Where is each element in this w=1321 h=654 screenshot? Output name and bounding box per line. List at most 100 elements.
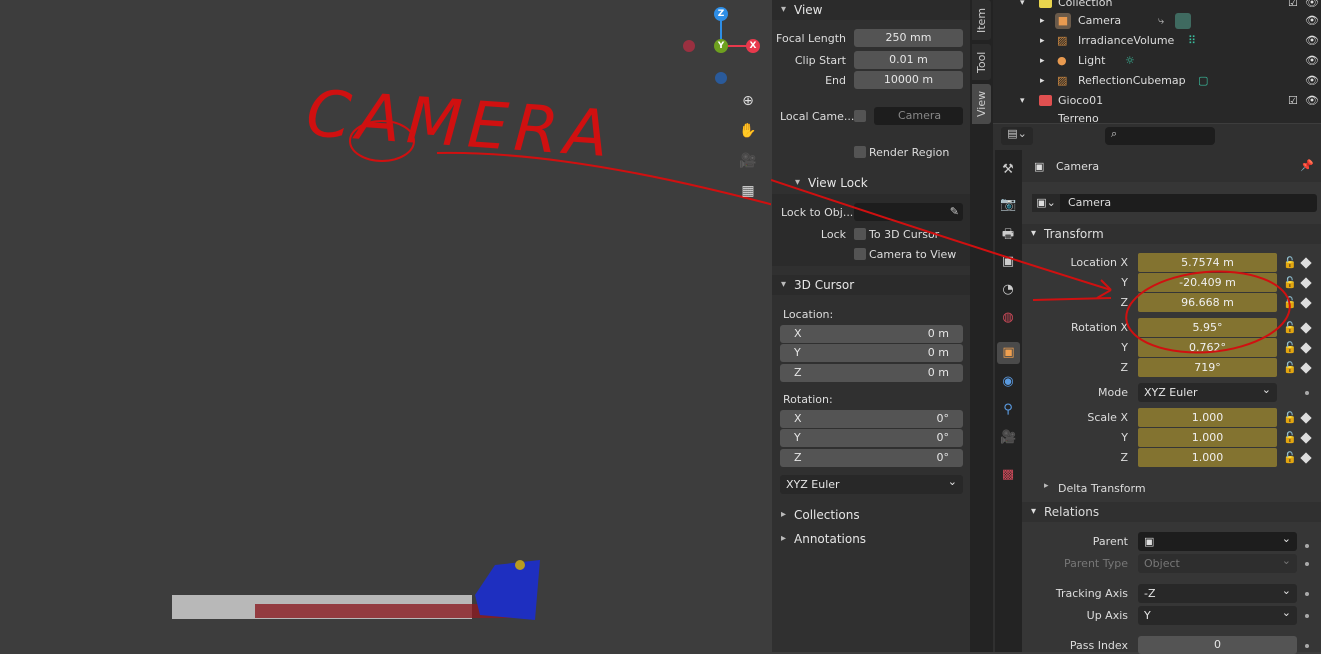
pin-icon[interactable]: 📌 <box>1300 159 1314 172</box>
to-3d-cursor-checkbox[interactable] <box>854 228 866 240</box>
tab-tool[interactable]: Tool <box>972 44 991 80</box>
tab-view[interactable]: View <box>972 84 991 124</box>
render-region-label: Render Region <box>869 146 950 159</box>
mode-label: Mode <box>1098 386 1128 399</box>
lock-icon[interactable]: 🔓 <box>1283 276 1297 289</box>
constraint-icon[interactable]: ⚲ <box>1000 402 1016 418</box>
clip-start-field[interactable]: 0.01 m <box>854 51 963 69</box>
location-x-field[interactable]: 5.7574 m <box>1138 253 1277 272</box>
lock-icon[interactable]: 🔓 <box>1283 341 1297 354</box>
parent-label: Parent <box>1092 535 1128 548</box>
cursor-location-x[interactable]: X0 m <box>780 325 963 343</box>
local-camera-checkbox[interactable] <box>854 110 866 122</box>
cursor-rotation-y[interactable]: Y 0° <box>780 429 963 447</box>
delta-transform-header[interactable]: Delta Transform <box>1058 482 1146 495</box>
texture-icon[interactable]: ▩ <box>1000 467 1016 483</box>
parent-type-dropdown[interactable]: Object <box>1138 551 1297 573</box>
camera-to-view-label: Camera to View <box>869 248 957 261</box>
rotation-x-field[interactable]: 5.95° <box>1138 318 1277 337</box>
collections-header[interactable]: Collections <box>772 505 970 525</box>
scale-z-field[interactable]: 1.000 <box>1138 448 1277 467</box>
tab-item[interactable]: Item <box>972 0 991 40</box>
gizmo-x-axis[interactable]: X <box>746 39 760 53</box>
tracking-axis-dropdown[interactable]: -Z <box>1138 581 1297 603</box>
outliner-row-gioco01[interactable]: ▾ Gioco01 ☑ 👁 <box>993 91 1321 111</box>
zoom-icon[interactable]: ⊕ <box>736 89 760 113</box>
tool-icon[interactable]: ⚒ <box>1000 162 1016 178</box>
view-lock-header[interactable]: View Lock <box>786 173 970 193</box>
keyframe-dot-icon[interactable] <box>1305 592 1309 596</box>
collection-icon <box>1039 0 1052 8</box>
object-icon[interactable]: ▣ <box>997 342 1020 364</box>
keyframe-dot-icon[interactable] <box>1305 391 1309 395</box>
camera-data-icon <box>1175 13 1191 29</box>
location-z-field[interactable]: 96.668 m <box>1138 293 1277 312</box>
lock-icon[interactable]: 🔓 <box>1283 411 1297 424</box>
outliner-row-light[interactable]: ▸ ● Light ☼ 👁 <box>993 51 1321 71</box>
lock-icon[interactable]: 🔓 <box>1283 321 1297 334</box>
rotation-z-field[interactable]: 719° <box>1138 358 1277 377</box>
gizmo-neg-x-axis[interactable] <box>683 40 695 52</box>
outliner-row-irradiancevolume[interactable]: ▸ ▨ IrradianceVolume ⠿ 👁 <box>993 31 1321 51</box>
up-axis-dropdown[interactable]: Y <box>1138 603 1297 625</box>
gizmo-neg-z-axis[interactable] <box>715 72 727 84</box>
annotation-arrow <box>436 151 771 206</box>
outliner-row-reflectioncubemap[interactable]: ▸ ▨ ReflectionCubemap ▢ 👁 <box>993 71 1321 91</box>
camera-data-icon[interactable]: 🎥 <box>1000 430 1016 446</box>
lock-icon[interactable]: 🔓 <box>1283 451 1297 464</box>
keyframe-dot-icon[interactable] <box>1305 562 1309 566</box>
search-icon: ⌕ <box>1111 127 1118 140</box>
lock-to-object-label: Lock to Obj... <box>781 206 854 219</box>
keyframe-dot-icon[interactable] <box>1305 614 1309 618</box>
keyframe-dot-icon[interactable] <box>1305 544 1309 548</box>
search-input[interactable]: ⌕ <box>1105 127 1215 145</box>
lock-icon[interactable]: 🔓 <box>1283 256 1297 269</box>
gizmo-y-axis[interactable]: Y <box>714 39 728 53</box>
editor-type-icon[interactable]: ▤⌄ <box>1001 127 1033 145</box>
keyframe-dot-icon[interactable] <box>1305 644 1309 648</box>
camera-to-view-checkbox[interactable] <box>854 248 866 260</box>
local-camera-field[interactable]: Camera <box>874 107 963 125</box>
cursor-rotation-mode-dropdown[interactable]: XYZ Euler <box>780 472 963 494</box>
rotation-mode-dropdown[interactable]: XYZ Euler <box>1138 380 1277 402</box>
eyedropper-icon[interactable]: ✎ <box>950 203 959 221</box>
view-layer-icon[interactable]: ▣ <box>1000 254 1016 270</box>
rotation-y-label: Y <box>1121 341 1128 354</box>
cursor-location-y[interactable]: Y0 m <box>780 344 963 362</box>
parent-field[interactable]: ▣ <box>1138 529 1297 551</box>
relations-header[interactable]: ▾ Relations <box>1022 502 1321 522</box>
world-icon[interactable]: ◍ <box>1000 310 1016 326</box>
outliner-row-terreno[interactable]: Terreno <box>993 111 1321 123</box>
lock-to-object-field[interactable]: ✎ <box>854 203 963 221</box>
lock-icon[interactable]: 🔓 <box>1283 296 1297 309</box>
clip-end-field[interactable]: 10000 m <box>854 71 963 89</box>
rotation-y-field[interactable]: 0.762° <box>1138 338 1277 357</box>
modifier-physics-icon[interactable]: ◉ <box>1000 374 1016 390</box>
lock-icon[interactable]: 🔓 <box>1283 361 1297 374</box>
scene-icon[interactable]: ◔ <box>1000 282 1016 298</box>
cube-icon: ▢ <box>1198 74 1209 87</box>
scale-y-field[interactable]: 1.000 <box>1138 428 1277 447</box>
object-datablock-field[interactable]: ▣⌄ Camera <box>1032 194 1317 212</box>
cursor-location-z[interactable]: Z0 m <box>780 364 963 382</box>
camera-view-icon[interactable]: 🎥 <box>736 149 760 173</box>
grid-ortho-icon[interactable]: ▦ <box>736 179 760 203</box>
gizmo-z-axis[interactable]: Z <box>714 7 728 21</box>
scale-x-field[interactable]: 1.000 <box>1138 408 1277 427</box>
location-y-field[interactable]: -20.409 m <box>1138 273 1277 292</box>
render-icon[interactable]: 📷 <box>1000 197 1016 213</box>
3d-cursor-header[interactable]: 3D Cursor <box>772 275 970 295</box>
3d-viewport[interactable]: CAMERA Z Y X ⊕ ✋ 🎥 ▦ <box>0 0 771 652</box>
transform-header[interactable]: ▾ Transform <box>1022 224 1321 244</box>
view-panel-header[interactable]: View <box>772 0 970 20</box>
pass-index-field[interactable]: 0 <box>1138 636 1297 654</box>
annotations-header[interactable]: Annotations <box>772 529 970 549</box>
outliner-row-camera[interactable]: ▸ ■ Camera ⤷ 👁 <box>993 11 1321 31</box>
hand-pan-icon[interactable]: ✋ <box>736 119 760 143</box>
cursor-rotation-x[interactable]: X 0° <box>780 410 963 428</box>
lock-icon[interactable]: 🔓 <box>1283 431 1297 444</box>
cursor-rotation-z[interactable]: Z 0° <box>780 449 963 467</box>
render-region-checkbox[interactable] <box>854 146 866 158</box>
focal-length-field[interactable]: 250 mm <box>854 29 963 47</box>
output-icon[interactable]: 🖶 <box>1000 227 1016 243</box>
